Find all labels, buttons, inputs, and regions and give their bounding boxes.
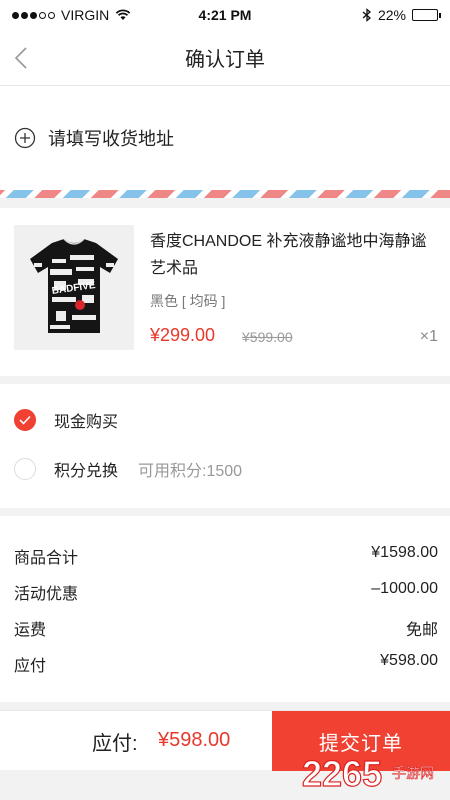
add-address-row[interactable]: 请填写收货地址 [0,86,450,190]
bluetooth-icon [362,8,371,22]
product-card: BADFIVE 香度CHANDOE 补充液静谧地中海静谧艺术品 黑色 [ 均码 … [0,208,450,376]
plus-circle-icon [14,127,36,149]
available-points: 可用积分:1500 [138,463,243,480]
status-bar: VIRGIN 4:21 PM 22% [0,0,450,30]
product-price: ¥299.00 [150,325,216,345]
nav-bar: 确认订单 [0,30,450,86]
product-quantity: ×1 [419,328,438,345]
carrier-name: VIRGIN [61,7,110,23]
summary-row: 运费 免邮 [14,616,438,640]
wifi-icon [115,9,131,20]
summary-label: 应付 [14,658,47,675]
product-original-price: ¥599.00 [242,329,293,345]
summary-label: 活动优惠 [14,586,79,603]
status-time: 4:21 PM [198,7,252,23]
airmail-divider [0,190,450,198]
page-title: 确认订单 [185,49,265,71]
tshirt-image: BADFIVE [30,238,118,333]
summary-label: 商品合计 [14,550,79,567]
summary-row: 应付 ¥598.00 [14,652,438,676]
payment-points-label: 积分兑换 [54,463,119,480]
watermark-suffix: 手游网 [392,766,434,782]
summary-value: 免邮 [405,622,438,639]
summary-value: ¥1598.00 [371,544,438,561]
status-left: VIRGIN [12,7,182,23]
radio-unchecked-icon[interactable] [14,458,36,480]
payment-options: 现金购买 积分兑换 可用积分:1500 [0,384,450,508]
product-name: 香度CHANDOE 补充液静谧地中海静谧艺术品 [150,233,427,277]
summary-value: ¥598.00 [380,652,438,669]
payment-option-points[interactable]: 积分兑换 可用积分:1500 [0,444,450,494]
summary-label: 运费 [14,622,47,639]
total-label: 应付: [92,733,138,755]
status-right: 22% [268,7,441,23]
battery-icon [412,9,441,21]
product-spec: 黑色 [ 均码 ] [150,293,226,309]
watermark-brand: 2265 [302,753,382,794]
battery-percent: 22% [377,7,406,23]
address-label: 请填写收货地址 [48,129,174,149]
order-summary: 商品合计 ¥1598.00 活动优惠 –1000.00 运费 免邮 应付 ¥59… [0,516,450,702]
payment-option-cash[interactable]: 现金购买 [0,395,450,445]
site-watermark: 2265 手游网 [301,752,434,794]
summary-value: –1000.00 [371,580,438,597]
product-image[interactable]: BADFIVE [14,225,134,350]
signal-icon [12,11,55,19]
total-value: ¥598.00 [158,729,231,751]
chevron-left-icon [14,47,27,69]
back-button[interactable] [8,40,40,76]
summary-row: 活动优惠 –1000.00 [14,580,438,604]
payment-cash-label: 现金购买 [54,414,119,431]
summary-row: 商品合计 ¥1598.00 [14,544,438,568]
radio-checked-icon[interactable] [14,409,36,431]
